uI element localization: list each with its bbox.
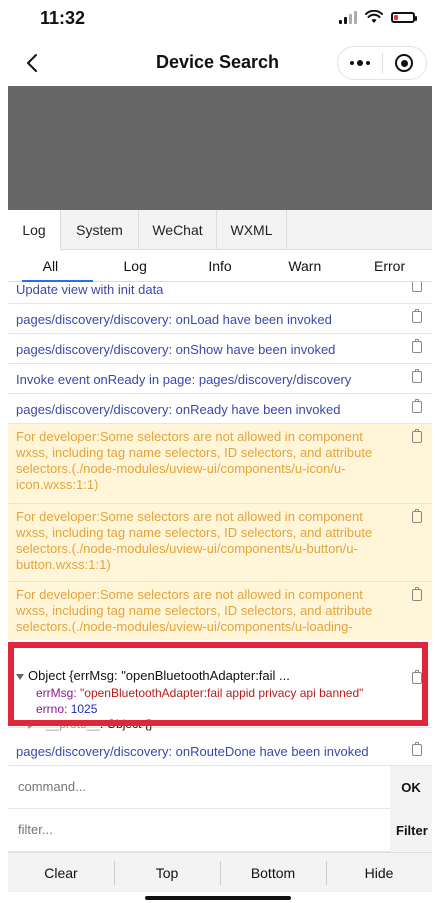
console-tabs: Log System WeChat WXML — [8, 210, 432, 250]
level-tab-log[interactable]: Log — [93, 250, 178, 281]
log-item-warning: For developer:Some selectors are not all… — [8, 424, 432, 504]
status-bar: 11:32 — [0, 0, 435, 40]
battery-icon — [391, 11, 417, 23]
log-item: pages/discovery/discovery: onRouteDone h… — [8, 737, 432, 766]
log-item: Update view with init data — [8, 282, 432, 304]
status-time: 11:32 — [40, 8, 86, 28]
log-text: pages/discovery/discovery: onReady have … — [16, 402, 341, 417]
bottom-button[interactable]: Bottom — [220, 853, 326, 892]
level-tab-info[interactable]: Info — [178, 250, 263, 281]
hide-button[interactable]: Hide — [326, 853, 432, 892]
vconsole-panel: Log System WeChat WXML All Log Info Warn… — [8, 210, 432, 903]
copy-icon[interactable] — [412, 742, 422, 756]
expand-triangle-icon[interactable] — [16, 673, 24, 680]
copy-icon[interactable] — [412, 509, 422, 523]
ok-button[interactable]: OK — [390, 766, 432, 809]
tab-log[interactable]: Log — [8, 210, 61, 250]
log-item: pages/discovery/discovery: onLoad have b… — [8, 304, 432, 334]
copy-icon[interactable] — [412, 339, 422, 353]
log-text: Update view with init data — [16, 282, 164, 297]
status-icons — [339, 10, 417, 24]
target-icon — [395, 54, 414, 72]
proto-line[interactable]: __proto__: Object {} — [28, 717, 153, 731]
object-summary[interactable]: Object {errMsg: "openBluetoothAdapter:fa… — [16, 668, 290, 683]
filter-button[interactable]: Filter — [390, 809, 432, 852]
level-tab-error[interactable]: Error — [347, 250, 432, 281]
copy-icon[interactable] — [412, 399, 422, 413]
command-row: OK — [8, 766, 432, 809]
tab-system[interactable]: System — [61, 210, 139, 250]
more-dots-icon — [349, 60, 370, 66]
command-input[interactable] — [16, 778, 390, 795]
copy-icon[interactable] — [412, 309, 422, 323]
log-text: For developer:Some selectors are not all… — [16, 429, 373, 492]
top-button[interactable]: Top — [114, 853, 220, 892]
copy-icon[interactable] — [412, 587, 422, 601]
log-text: Invoke event onReady in page: pages/disc… — [16, 372, 352, 387]
level-tab-warn[interactable]: Warn — [262, 250, 347, 281]
log-item: pages/discovery/discovery: onShow have b… — [8, 334, 432, 364]
level-tab-all[interactable]: All — [8, 250, 93, 282]
log-text: For developer:Some selectors are not all… — [16, 509, 373, 572]
filter-input[interactable] — [16, 821, 390, 838]
errno-line: errno: 1025 — [36, 702, 98, 716]
signal-icon — [339, 10, 357, 24]
tab-wechat[interactable]: WeChat — [139, 210, 217, 250]
log-text: For developer:Some selectors are not all… — [16, 587, 373, 634]
wifi-icon — [365, 10, 383, 23]
tab-wxml[interactable]: WXML — [217, 210, 287, 250]
copy-icon[interactable] — [412, 369, 422, 383]
copy-icon[interactable] — [412, 282, 422, 292]
log-item: pages/discovery/discovery: onReady have … — [8, 394, 432, 424]
mini-program-capsule — [337, 46, 427, 80]
copy-icon[interactable] — [412, 429, 422, 443]
errmsg-line: errMsg: "openBluetoothAdapter:fail appid… — [36, 686, 364, 700]
log-level-tabs: All Log Info Warn Error — [8, 250, 432, 282]
more-button[interactable] — [338, 47, 382, 79]
close-mini-program-button[interactable] — [383, 47, 427, 79]
log-text: pages/discovery/discovery: onLoad have b… — [16, 312, 332, 327]
log-text: pages/discovery/discovery: onRouteDone h… — [16, 744, 369, 759]
collapsed-triangle-icon[interactable] — [28, 720, 34, 729]
filter-row: Filter — [8, 809, 432, 852]
bottom-action-bar: Clear Top Bottom Hide — [8, 852, 432, 892]
copy-icon[interactable] — [412, 670, 422, 684]
log-text: pages/discovery/discovery: onShow have b… — [16, 342, 336, 357]
page-preview-area — [8, 86, 432, 210]
home-indicator[interactable] — [145, 896, 291, 900]
log-item-warning: For developer:Some selectors are not all… — [8, 504, 432, 582]
object-log-item[interactable]: Object {errMsg: "openBluetoothAdapter:fa… — [8, 640, 432, 731]
nav-bar: Device Search — [0, 40, 435, 86]
log-item: Invoke event onReady in page: pages/disc… — [8, 364, 432, 394]
clear-button[interactable]: Clear — [8, 853, 114, 892]
